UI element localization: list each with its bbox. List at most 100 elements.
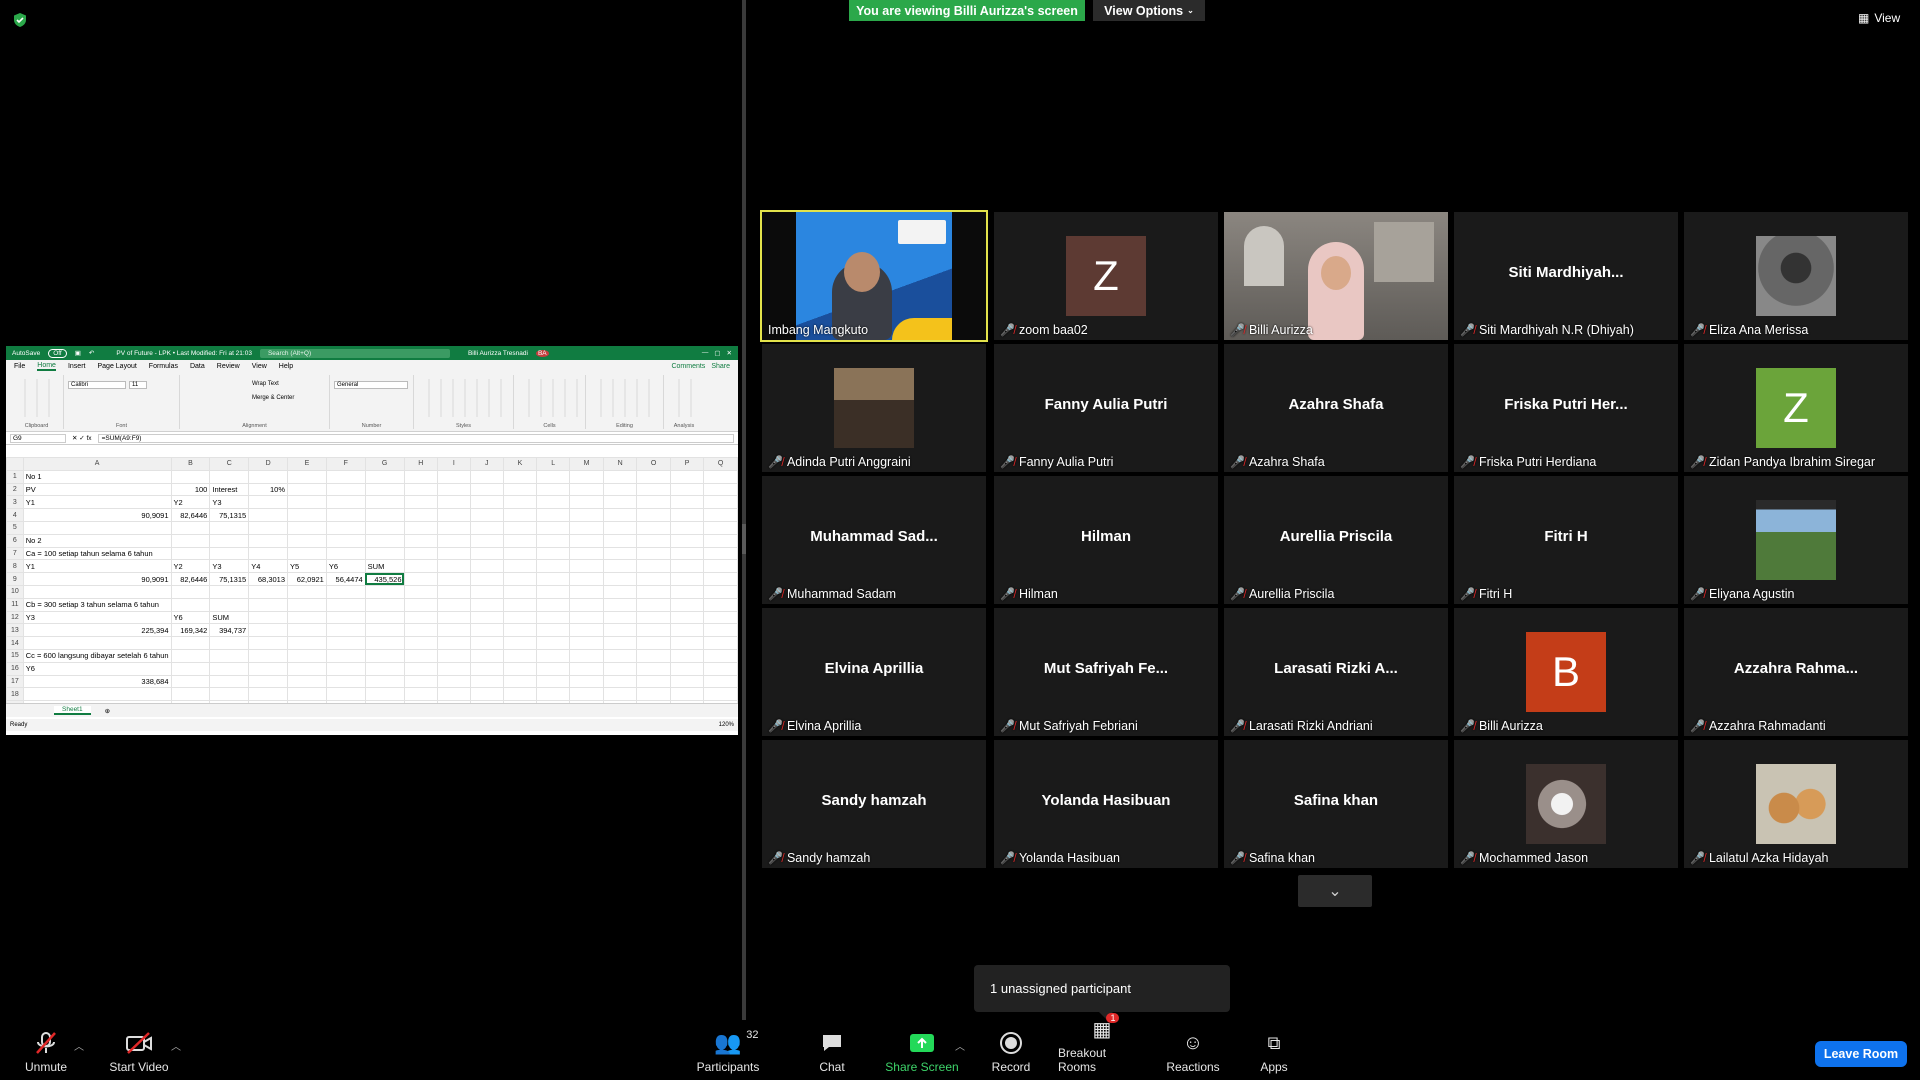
start-video-button[interactable]: Start Video [104, 1022, 174, 1080]
cell[interactable] [703, 648, 738, 663]
row-header[interactable]: 8 [6, 559, 24, 574]
cell[interactable] [248, 687, 289, 702]
menu-review[interactable]: Review [217, 363, 240, 370]
merge-center-button[interactable]: Merge & Center [252, 395, 294, 401]
cell[interactable] [569, 636, 604, 650]
cell[interactable] [248, 546, 289, 561]
cell[interactable] [364, 648, 405, 663]
cell[interactable] [602, 495, 638, 510]
cell[interactable]: 90,9091 [22, 508, 172, 522]
cell[interactable] [636, 533, 671, 548]
cell[interactable] [403, 559, 438, 574]
cell[interactable] [602, 546, 638, 561]
cell[interactable] [502, 674, 538, 689]
cell[interactable] [325, 508, 366, 522]
cell[interactable] [469, 572, 504, 586]
menu-formulas[interactable]: Formulas [149, 363, 178, 370]
cell[interactable] [636, 482, 671, 497]
cell[interactable]: 75,1315 [209, 508, 250, 522]
split-divider[interactable] [742, 0, 746, 1020]
ribbon-clipboard[interactable]: Clipboard [10, 375, 64, 429]
ribbon-editing[interactable]: Editing [586, 375, 664, 429]
cell[interactable] [325, 584, 366, 599]
cell[interactable]: 56,4474 [325, 572, 366, 586]
cell[interactable] [209, 520, 250, 535]
cell[interactable]: Y3 [209, 495, 250, 510]
cell[interactable]: 90,9091 [22, 572, 172, 586]
cell[interactable] [403, 674, 438, 689]
cell[interactable] [22, 636, 172, 650]
cell[interactable] [536, 559, 571, 574]
cell[interactable] [569, 597, 604, 612]
cell[interactable]: Cc = 600 langsung dibayar setelah 6 tahu… [22, 648, 172, 663]
cell[interactable] [569, 584, 604, 599]
cell[interactable] [287, 469, 327, 484]
cell[interactable] [703, 636, 738, 650]
font-size-select[interactable]: 11 [129, 381, 147, 389]
cell[interactable] [703, 508, 738, 522]
cell[interactable] [703, 610, 738, 625]
cell[interactable]: Y6 [22, 661, 172, 676]
cell[interactable] [502, 520, 538, 535]
file-title[interactable]: PV of Future - LPK • Last Modified: Fri … [116, 350, 252, 357]
cell[interactable] [287, 648, 327, 663]
row-header[interactable]: 1 [6, 469, 24, 484]
cell[interactable] [170, 687, 211, 702]
column-header[interactable]: L [536, 457, 571, 471]
cell[interactable] [469, 508, 504, 522]
ribbon-font[interactable]: Calibri 11 Font [64, 375, 180, 429]
cell[interactable] [403, 520, 438, 535]
cell[interactable] [403, 636, 438, 650]
cell[interactable] [325, 648, 366, 663]
cell[interactable] [469, 584, 504, 599]
cell[interactable] [569, 482, 604, 497]
participant-tile[interactable]: Muhammad Sad... 🎤̸ Muhammad Sadam [762, 476, 986, 604]
row-header[interactable]: 10 [6, 584, 24, 599]
column-header[interactable]: I [436, 457, 471, 471]
cell[interactable] [22, 687, 172, 702]
cell[interactable] [569, 520, 604, 535]
cell[interactable]: 169,342 [170, 623, 211, 638]
cell[interactable] [602, 674, 638, 689]
cell[interactable] [502, 623, 538, 638]
cell[interactable] [669, 610, 705, 625]
cell[interactable] [703, 572, 738, 586]
cell[interactable] [248, 623, 289, 638]
cell[interactable] [170, 520, 211, 535]
add-sheet-icon[interactable]: ⊕ [105, 707, 110, 715]
menu-file[interactable]: File [14, 363, 25, 370]
cell[interactable] [602, 661, 638, 676]
row-header[interactable]: 9 [6, 572, 24, 586]
cell[interactable] [703, 584, 738, 599]
cell[interactable] [403, 648, 438, 663]
share-options-caret-icon[interactable]: ︿ [955, 1038, 965, 1053]
close-icon[interactable]: ✕ [727, 349, 732, 357]
cell[interactable] [536, 623, 571, 638]
cell[interactable] [636, 508, 671, 522]
cell[interactable] [403, 546, 438, 561]
cell[interactable] [636, 687, 671, 702]
cell[interactable] [469, 674, 504, 689]
leave-room-button[interactable]: Leave Room [1815, 1041, 1907, 1067]
cell[interactable] [636, 520, 671, 535]
participant-tile[interactable]: Fanny Aulia Putri 🎤̸ Fanny Aulia Putri [994, 344, 1218, 472]
cell[interactable] [669, 546, 705, 561]
cell[interactable] [602, 597, 638, 612]
cell[interactable]: Y1 [22, 559, 172, 574]
cell[interactable]: Y6 [325, 559, 366, 574]
cell[interactable]: 394,737 [209, 623, 250, 638]
cell[interactable] [403, 495, 438, 510]
cell[interactable] [569, 687, 604, 702]
cell[interactable] [209, 661, 250, 676]
cell[interactable] [669, 469, 705, 484]
cell[interactable] [569, 610, 604, 625]
cell[interactable] [403, 597, 438, 612]
column-header[interactable]: Q [703, 457, 738, 471]
cell[interactable] [209, 687, 250, 702]
cell[interactable] [325, 597, 366, 612]
cell[interactable]: 68,3013 [248, 572, 289, 586]
cell[interactable] [325, 546, 366, 561]
cell[interactable] [436, 584, 471, 599]
cell[interactable] [636, 546, 671, 561]
cell[interactable] [569, 495, 604, 510]
